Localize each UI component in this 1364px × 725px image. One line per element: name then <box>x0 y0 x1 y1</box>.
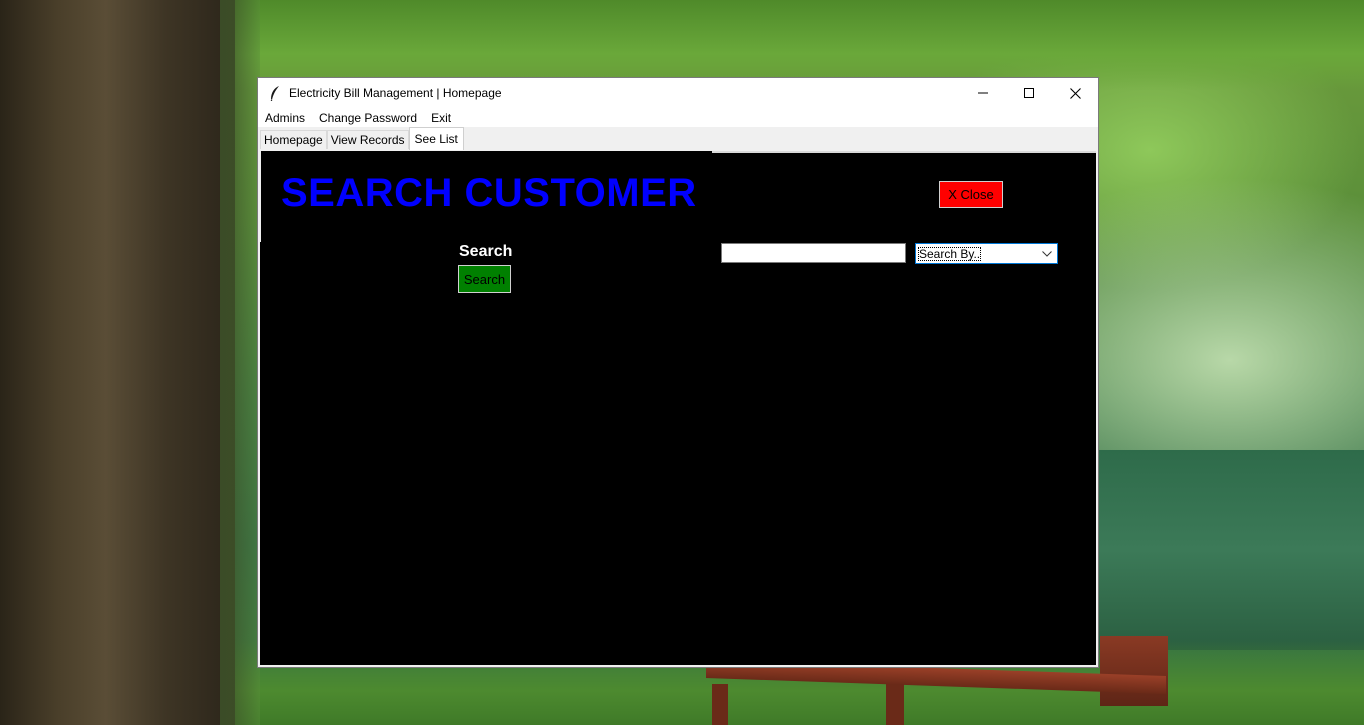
search-label: Search <box>459 243 513 260</box>
menu-admins[interactable]: Admins <box>258 111 312 125</box>
chevron-down-icon[interactable] <box>1040 244 1054 263</box>
tab-content-panel: SEARCH CUSTOMER X Close Search Search Se… <box>260 151 1096 665</box>
window-title: Electricity Bill Management | Homepage <box>289 86 502 100</box>
tab-view-records[interactable]: View Records <box>326 130 409 149</box>
search-input[interactable] <box>721 243 906 263</box>
close-button[interactable]: X Close <box>939 181 1003 208</box>
window-controls <box>960 78 1098 108</box>
feather-icon <box>267 85 283 101</box>
close-window-button[interactable] <box>1052 78 1098 108</box>
panel-divider <box>712 151 1096 153</box>
maximize-button[interactable] <box>1006 78 1052 108</box>
tab-bar: Homepage View Records See List <box>258 127 1098 150</box>
wallpaper-tree-edge <box>220 0 260 725</box>
search-button[interactable]: Search <box>458 265 511 293</box>
tab-see-list[interactable]: See List <box>408 127 464 150</box>
menu-change-password[interactable]: Change Password <box>312 111 424 125</box>
wallpaper-bench-leg <box>886 684 904 725</box>
page-title: SEARCH CUSTOMER <box>281 171 697 215</box>
wallpaper-water <box>1098 450 1364 650</box>
minimize-button[interactable] <box>960 78 1006 108</box>
panel-divider <box>260 151 261 242</box>
app-window: Electricity Bill Management | Homepage A… <box>257 77 1099 668</box>
menu-exit[interactable]: Exit <box>424 111 458 125</box>
wallpaper-tree-trunk <box>0 0 235 725</box>
search-by-dropdown[interactable]: Search By.. <box>915 243 1058 264</box>
tab-homepage[interactable]: Homepage <box>260 130 327 149</box>
title-bar[interactable]: Electricity Bill Management | Homepage <box>258 78 1098 108</box>
menu-bar: Admins Change Password Exit <box>258 108 1098 127</box>
wallpaper-bench-leg <box>712 684 728 725</box>
search-by-selected: Search By.. <box>918 246 982 261</box>
wallpaper-bench-back <box>1100 636 1168 706</box>
